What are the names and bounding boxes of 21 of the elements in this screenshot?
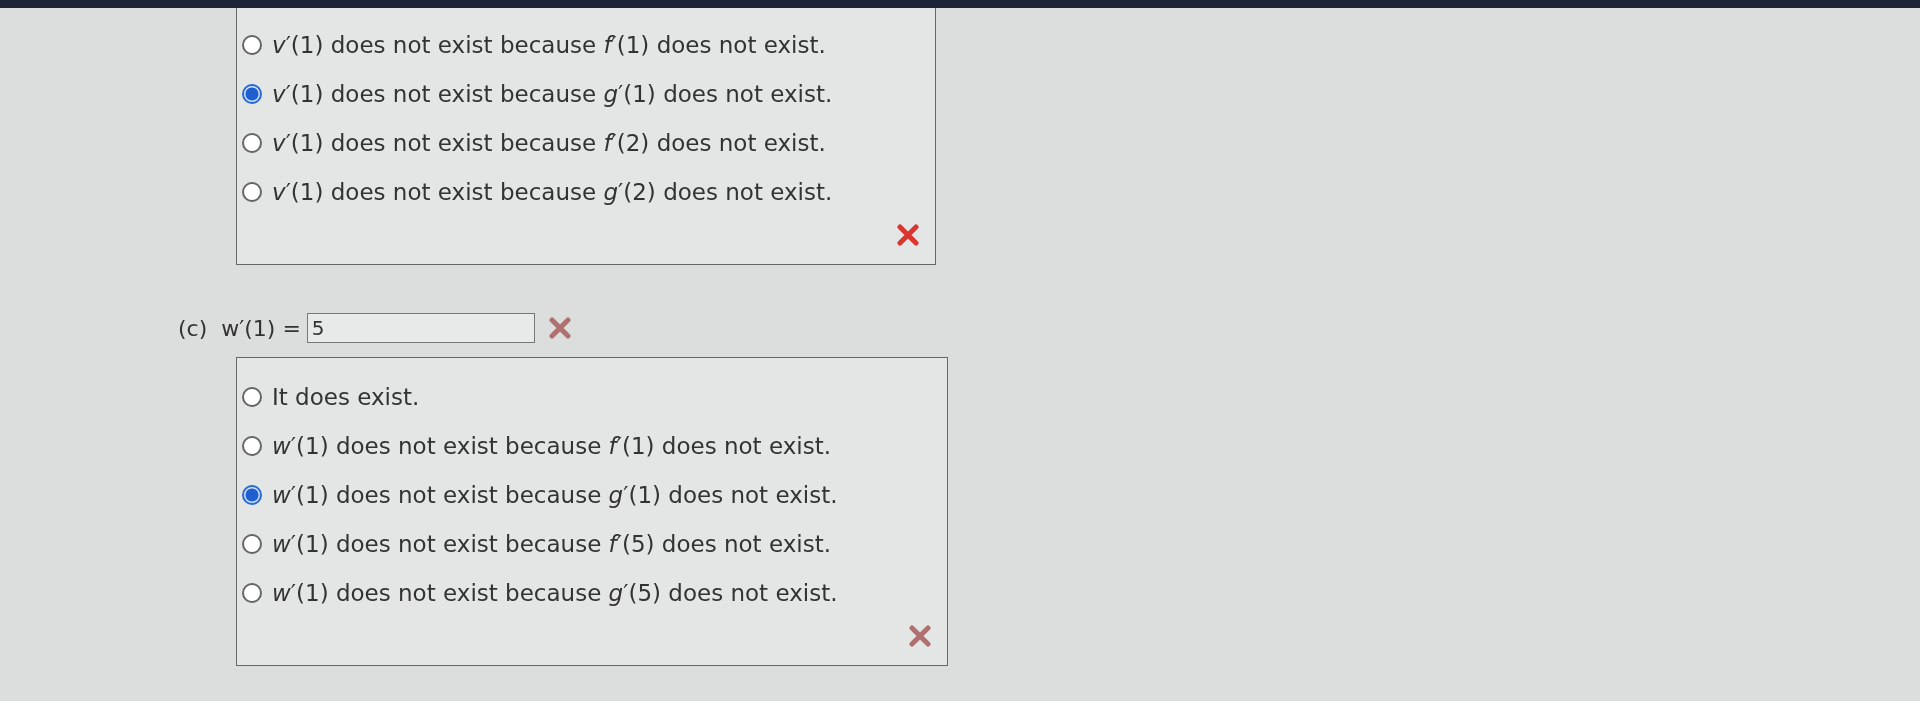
radio-button[interactable]	[242, 132, 262, 153]
radio-button[interactable]	[242, 181, 262, 202]
math-expression: w′(1) =	[221, 315, 301, 341]
option-text: w′(1) does not exist because f′(5) does not exist.	[272, 530, 831, 557]
option-text: v′(1) does not exist because f′(1) does not exist.	[272, 31, 826, 58]
radio-button[interactable]	[242, 386, 262, 407]
option-text: v′(1) does not exist because g′(1) does not exist.	[272, 80, 833, 107]
part-label: (c)	[178, 315, 208, 341]
answer-field[interactable]: 5	[306, 313, 535, 343]
option-text: v′(1) does not exist because g′(2) does not exist.	[272, 178, 833, 205]
radio-button[interactable]	[242, 435, 262, 456]
radio-button[interactable]	[242, 533, 262, 554]
option-text: It does exist.	[272, 383, 420, 410]
radio-button[interactable]	[242, 83, 262, 104]
option-text: w′(1) does not exist because f′(1) does not exist.	[272, 432, 831, 459]
radio-button[interactable]	[242, 34, 262, 55]
option-text: w′(1) does not exist because g′(5) does not exist.	[272, 579, 838, 606]
radio-button[interactable]	[242, 484, 262, 505]
radio-button[interactable]	[242, 582, 262, 603]
option-text: v′(1) does not exist because f′(2) does not exist.	[272, 129, 826, 156]
option-text: w′(1) does not exist because g′(1) does not exist.	[272, 481, 838, 508]
